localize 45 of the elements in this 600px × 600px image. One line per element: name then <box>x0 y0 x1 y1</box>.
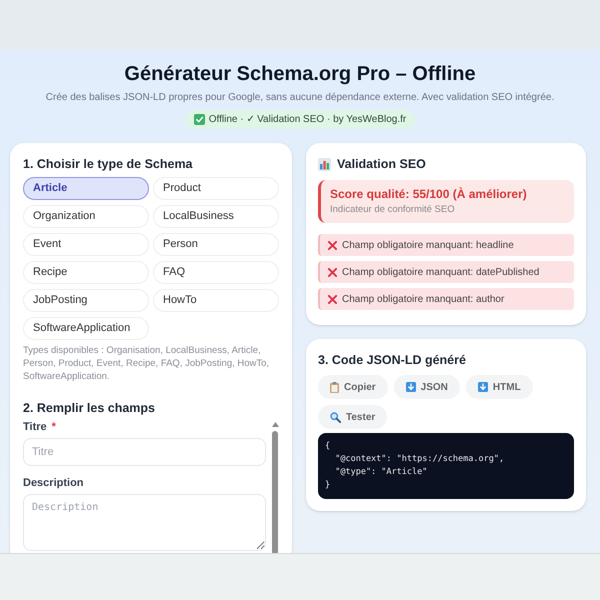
clipboard-icon <box>330 382 339 392</box>
action-button[interactable]: HTML <box>466 375 533 399</box>
x-mark-icon <box>328 268 337 276</box>
section-heading: 3. Code JSON-LD généré <box>318 352 467 368</box>
schema-type-button[interactable]: FAQ <box>153 261 279 284</box>
error-text: Champ obligatoire manquant: headline <box>342 238 514 252</box>
schema-type-button[interactable]: SoftwareApplication <box>23 317 149 340</box>
schema-type-button[interactable]: Product <box>153 177 279 200</box>
download-icon <box>478 382 488 392</box>
code-block: { "@context": "https://schema.org", "@type": "Article" } <box>318 433 574 499</box>
x-mark-icon <box>328 240 337 250</box>
schema-type-button[interactable]: Recipe <box>23 261 149 284</box>
required-mark: * <box>52 420 56 435</box>
action-button[interactable]: JSON <box>394 375 460 399</box>
badge-text: Offline · ✓ Validation SEO · by YesWeBlog.fr <box>208 113 406 127</box>
page-subtitle: Crée des balises JSON-LD propres pour Google, sans aucune dépendance externe. Avec validation SEO intégrée. <box>46 91 554 105</box>
page-title: Générateur Schema.org Pro – Offline <box>124 62 476 87</box>
x-mark-icon <box>328 294 337 304</box>
download-icon <box>406 382 416 392</box>
schema-type-button[interactable]: Event <box>23 233 149 256</box>
section-heading: Validation SEO <box>337 156 426 172</box>
bar-chart-icon <box>318 158 331 170</box>
schema-type-button[interactable]: Article <box>23 177 149 200</box>
score-note: Indicateur de conformité SEO <box>330 204 456 216</box>
action-button[interactable]: Copier <box>318 375 388 399</box>
text-field[interactable]: Titre <box>23 438 266 466</box>
schema-type-button[interactable]: HowTo <box>153 289 279 312</box>
error-text: Champ obligatoire manquant: author <box>342 292 504 306</box>
section-heading: 1. Choisir le type de Schema <box>23 156 194 172</box>
score-text: Score qualité: 55/100 (À améliorer) <box>330 187 528 202</box>
error-text: Champ obligatoire manquant: datePublished <box>342 266 540 280</box>
action-button[interactable]: Tester <box>318 405 388 429</box>
search-icon <box>330 412 341 422</box>
help-text: Types disponibles : Organisation, LocalBusiness, Article, Person, Product, Event, Recipe, FAQ, JobPosting, HowTo, SoftwareApplication. <box>23 344 270 383</box>
field-label: Titre <box>23 420 47 435</box>
scroll-up-icon[interactable] <box>272 422 278 427</box>
section-heading: 2. Remplir les champs <box>23 400 156 416</box>
schema-type-button[interactable]: JobPosting <box>23 289 149 312</box>
scrollbar-thumb[interactable] <box>272 431 278 553</box>
schema-type-button[interactable]: LocalBusiness <box>153 205 279 228</box>
schema-type-button[interactable]: Person <box>153 233 279 256</box>
schema-type-button[interactable]: Organization <box>23 205 149 228</box>
field-label: Description <box>23 476 84 491</box>
textarea-field[interactable]: Description <box>23 494 266 551</box>
check-square-icon <box>194 114 205 125</box>
